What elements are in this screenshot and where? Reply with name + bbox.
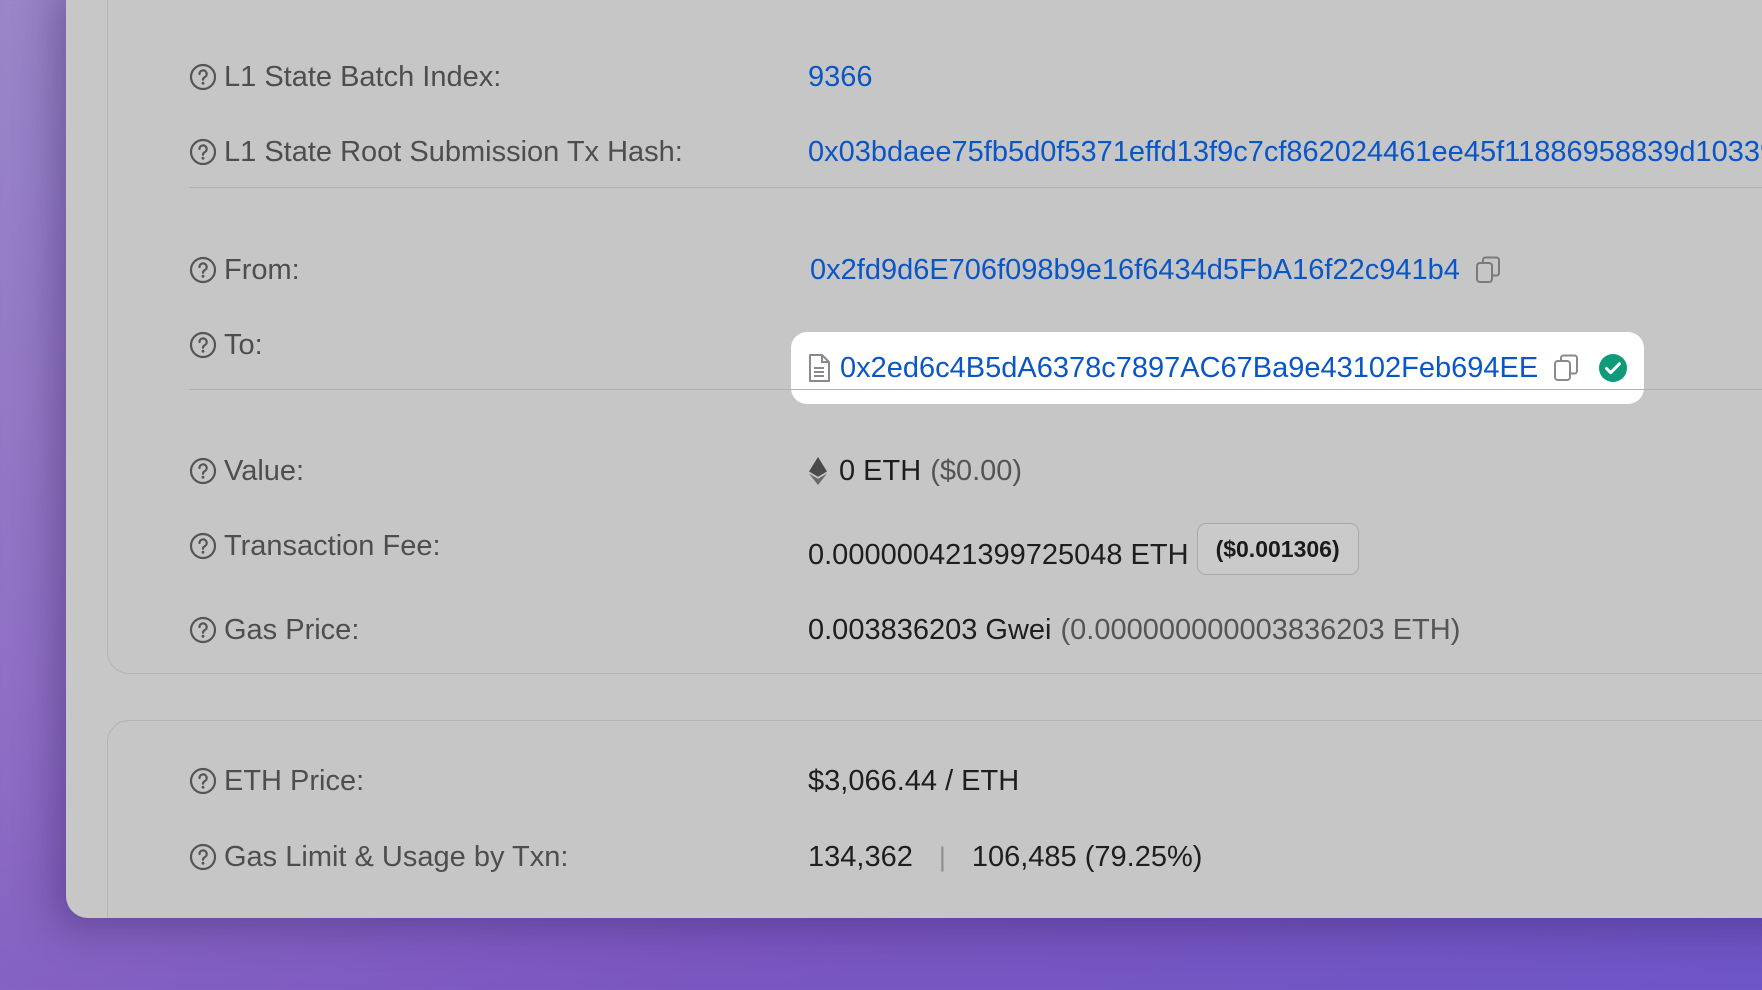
label-text: Transaction Fee:: [224, 529, 441, 562]
batch-index-link[interactable]: 9366: [808, 61, 873, 94]
question-circle-icon[interactable]: [189, 532, 217, 560]
row-gas-limit: Gas Limit & Usage by Txn: 134,362 | 106,…: [108, 837, 1762, 877]
label-text: Gas Limit & Usage by Txn:: [224, 840, 569, 873]
value-amount: 0 ETH ($0.00): [808, 451, 1022, 491]
batch-index-label: L1 State Batch Index:: [189, 57, 501, 97]
fee-usd-badge[interactable]: ($0.001306): [1196, 523, 1359, 575]
copy-icon[interactable]: [1474, 255, 1502, 285]
row-from: From: 0x2fd9d6E706f098b9e16f6434d5FbA16f…: [108, 250, 1762, 290]
document-icon: [809, 354, 830, 382]
from-value: 0x2fd9d6E706f098b9e16f6434d5FbA16f22c941…: [810, 250, 1502, 290]
question-circle-icon[interactable]: [189, 843, 217, 871]
copy-icon[interactable]: [1552, 353, 1580, 383]
to-address-highlight: 0x2ed6c4B5dA6378c7897AC67Ba9e43102Feb694…: [791, 332, 1644, 404]
to-address-link[interactable]: 0x2ed6c4B5dA6378c7897AC67Ba9e43102Feb694…: [840, 352, 1538, 385]
label-text: L1 State Root Submission Tx Hash:: [224, 135, 683, 168]
value-label: Value:: [189, 451, 304, 491]
gas-limit-amount: 134,362: [808, 840, 913, 873]
batch-index-value: 9366: [808, 57, 873, 97]
label-text: To:: [224, 328, 263, 361]
question-circle-icon[interactable]: [189, 616, 217, 644]
row-eth-price: ETH Price: $3,066.44 / ETH: [108, 761, 1762, 801]
gas-usage-amount: 106,485 (79.25%): [971, 840, 1203, 873]
fee-eth: 0.000000421399725048 ETH: [808, 538, 1189, 571]
gas-price-value: 0.003836203 Gwei (0.000000000003836203 E…: [808, 610, 1460, 650]
divider: [189, 389, 1762, 390]
label-text: Value:: [224, 454, 305, 487]
to-label: To:: [189, 325, 263, 365]
value-usd: ($0.00): [930, 454, 1023, 487]
gas-price-eth: (0.000000000003836203 ETH): [1060, 613, 1461, 646]
row-root-tx-hash: L1 State Root Submission Tx Hash: 0x03bd…: [108, 132, 1762, 172]
separator: |: [938, 841, 946, 872]
label-text: From:: [224, 253, 300, 286]
fee-value: 0.000000421399725048 ETH ($0.001306): [808, 506, 1359, 592]
gas-price-gwei: 0.003836203 Gwei: [808, 613, 1052, 646]
gas-limit-value: 134,362 | 106,485 (79.25%): [808, 837, 1202, 877]
from-label: From:: [189, 250, 300, 290]
question-circle-icon[interactable]: [189, 138, 217, 166]
eth-price-label: ETH Price:: [189, 761, 364, 801]
browser-window: L1 State Batch Index: 9366 L1 State Root…: [66, 0, 1762, 918]
question-circle-icon[interactable]: [189, 63, 217, 91]
eth-price-value: $3,066.44 / ETH: [808, 764, 1020, 797]
question-circle-icon[interactable]: [189, 331, 217, 359]
row-transaction-fee: Transaction Fee: 0.000000421399725048 ET…: [108, 523, 1762, 575]
ethereum-icon: [809, 457, 827, 485]
divider: [189, 187, 1762, 188]
root-tx-hash-label: L1 State Root Submission Tx Hash:: [189, 132, 683, 172]
row-gas-price: Gas Price: 0.003836203 Gwei (0.000000000…: [108, 610, 1762, 650]
fee-label: Transaction Fee:: [189, 526, 441, 566]
row-to: To: 0x2ed6c4B5dA6378c7897AC67Ba9e43102Fe…: [108, 325, 1762, 411]
verified-check-icon: [1599, 354, 1628, 382]
label-text: Gas Price:: [224, 613, 360, 646]
question-circle-icon[interactable]: [189, 457, 217, 485]
from-address-link[interactable]: 0x2fd9d6E706f098b9e16f6434d5FbA16f22c941…: [810, 254, 1460, 287]
gas-limit-label: Gas Limit & Usage by Txn:: [189, 837, 568, 877]
value-eth: 0 ETH: [839, 454, 922, 487]
label-text: L1 State Batch Index:: [224, 60, 502, 93]
label-text: ETH Price:: [224, 764, 365, 797]
root-tx-hash-value: 0x03bdaee75fb5d0f5371effd13f9c7cf8620244…: [808, 132, 1762, 172]
gas-price-label: Gas Price:: [189, 610, 359, 650]
row-batch-index: L1 State Batch Index: 9366: [108, 57, 1762, 97]
transaction-details-card: L1 State Batch Index: 9366 L1 State Root…: [107, 0, 1762, 674]
row-value: Value: 0 ETH ($0.00): [108, 451, 1762, 491]
price-gas-card: ETH Price: $3,066.44 / ETH Gas Limit & U…: [107, 720, 1762, 918]
question-circle-icon[interactable]: [189, 767, 217, 795]
root-tx-hash-link[interactable]: 0x03bdaee75fb5d0f5371effd13f9c7cf8620244…: [808, 136, 1762, 169]
question-circle-icon[interactable]: [189, 256, 217, 284]
